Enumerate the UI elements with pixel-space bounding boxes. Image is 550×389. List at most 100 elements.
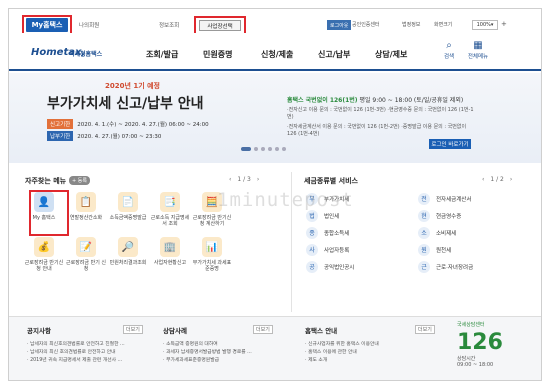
watermark-text: 1minutepost [217,189,354,211]
chevron-left-icon[interactable]: ‹ [229,176,231,183]
banner-dot[interactable] [254,147,258,151]
all-menu-button[interactable]: ▦ 전체메뉴 [465,40,491,60]
my-info-link[interactable]: 나의회원 [79,21,99,29]
search-button[interactable]: ⌕ 검색 [436,40,462,60]
favorite-item-label: 소득금액증명발급 [109,215,147,221]
plus-icon[interactable]: + [501,20,507,28]
logout-button[interactable]: 로그아웃 [327,20,352,30]
zoom-value: 100% [476,22,491,28]
favorite-item[interactable]: 📑 근로소득 지급명세서 조회 [149,192,191,227]
chevron-right-icon[interactable]: › [257,176,259,183]
promo-number: 126 [457,330,503,355]
top-utility-bar: My홈택스 나의회원 정보조회 사업장선택 로그아웃 공인인증센터 법정정보 화… [9,9,541,35]
consult-item[interactable]: 소득금액 증명원의 대하여 [163,341,293,349]
basic-info-link[interactable]: 법정정보 [402,21,420,28]
chevron-left-icon[interactable]: ‹ [482,176,484,183]
favorite-item-label: 근로장려금 반기신청 계산하기 [192,215,232,227]
consult-title: 상담사례 [163,327,187,335]
certificate-icon: 📄 [118,192,138,212]
banner-dot[interactable] [261,147,265,151]
favorite-item[interactable]: 🏢 사업자현황신고 [149,237,191,272]
tax-service-item[interactable]: 현 현금영수증 [418,209,530,222]
invoice-icon: 전 [418,192,430,205]
favorite-item-label: 연말정산간소화 [69,215,103,221]
tax-services-title: 세금종류별 서비스 [304,177,358,185]
notice-item[interactable]: 납세자의 최신 호의견법률로 안전하고 안내 [27,349,157,357]
screen-size-label: 화면크기 [434,22,453,28]
zoom-select[interactable]: 100% ▾ [472,20,498,30]
withholding-icon: 원 [418,243,430,256]
favorite-empty-slot [233,237,275,272]
consumption-tax-icon: 소 [418,226,430,239]
login-shortcut-button[interactable]: 로그인 바로가기 [429,139,471,149]
consult-item[interactable]: 과세자 납세증명서발급방법 발행 경로를 ... [163,349,293,357]
tax-service-item[interactable]: 전 전자세금계산서 [418,192,530,205]
report-period-tag: 신고기한 [47,119,74,129]
banner-title[interactable]: 부가가치세 신고/납부 안내 [47,93,204,113]
incentive-icon: 근 [418,260,430,273]
tax-service-label: 공익법인공시 [324,264,355,271]
building-icon: 🏢 [160,237,180,257]
promo-hours-label: 상담시간 [457,356,476,362]
favorite-item[interactable]: 📝 근로장려금 반기 신청 [65,237,107,272]
favorite-item[interactable]: 📊 부가가치세 과세표준증명 [191,237,233,272]
report-period-text: 2020. 4. 1.(수) ~ 2020. 4. 27.(월) 06:00 ~… [77,122,209,128]
favorite-item[interactable]: 📄 소득금액증명발급 [107,192,149,227]
hometax-guide-item[interactable]: 제도 소개 [305,357,445,365]
hometax-guide-item[interactable]: 홈택스 이용에 관한 안내 [305,349,445,357]
banner-dot[interactable] [282,147,286,151]
apply-icon: 📝 [76,237,96,257]
hometax-logo-sub: 국세청홈택스 [69,51,103,58]
nav-item-consult[interactable]: 상담/제보 [375,49,407,60]
promo-hours: 09:00 ~ 18:00 [457,362,494,368]
nav-item-civil[interactable]: 민원증명 [203,49,232,60]
favorite-item[interactable]: 📋 연말정산간소화 [65,192,107,227]
favorites-page: 1 / 3 [237,176,251,183]
call-center-info: 홈택스 국번없이 126(1번) 평일 9:00 ~ 18:00 (토/일/공휴… [287,95,477,138]
promo-top-text: 국세상담센터 [457,322,485,328]
report-icon: 📊 [202,237,222,257]
tax-service-item[interactable]: 소 소비제세 [418,226,530,239]
nav-item-report[interactable]: 신고/납부 [318,49,350,60]
consult-more-button[interactable]: 더보기 [253,325,273,334]
call-center-line-1: ·전자신고 이용 문의 : 국번없이 126 (1번-3번) ·현금영수증 문의… [287,107,474,120]
tax-service-item[interactable]: 종 종합소득세 [306,226,418,239]
favorite-item-label: 근로장려금 반기 신청 [66,260,106,272]
favorites-add-button[interactable]: + 등록 [69,176,90,185]
consult-item[interactable]: 부가세과세표준증명원발급 [163,357,293,365]
tax-service-item[interactable]: 원 원천세 [418,243,530,256]
vat-banner: 2020년 1기 예정 부가가치세 신고/납부 안내 신고기한 2020. 4.… [9,73,541,163]
list-icon: 📑 [160,192,180,212]
search-doc-icon: 🔎 [118,237,138,257]
public-corp-icon: 공 [306,260,318,273]
banner-row-report: 신고기한 2020. 4. 1.(수) ~ 2020. 4. 27.(월) 06… [47,119,209,129]
search-label: 검색 [443,54,455,60]
document-icon: 📋 [76,192,96,212]
notice-item[interactable]: 2019년 귀속 지급명세서 제출 관련 개선사 ... [27,357,157,365]
grid-icon: ▦ [473,40,483,51]
banner-dot[interactable] [268,147,272,151]
tax-service-item[interactable]: 근 근로·자녀장려금 [418,260,530,273]
chevron-right-icon[interactable]: › [510,176,512,183]
bottom-section: 공지사항 더보기 납세자의 최신호의견법률로 안전하고 친절한 ... 납세자의… [9,316,541,380]
nav-item-apply[interactable]: 신청/제출 [261,49,293,60]
favorite-item[interactable]: 💰 근로장려금 반기신청 안내 [23,237,65,272]
tax-service-item[interactable]: 사 사업자등록 [306,243,418,256]
hometax-guide-more-button[interactable]: 더보기 [415,325,435,334]
banner-pagination[interactable] [241,147,286,151]
info-link[interactable]: 정보조회 [159,21,179,29]
consult-box: 상담사례 더보기 소득금액 증명원의 대하여 과세자 납세증명서발급방법 발행 … [163,325,293,365]
favorite-item-label: 근로장려금 반기신청 안내 [24,260,64,272]
banner-dot[interactable] [275,147,279,151]
favorite-item[interactable]: 🔎 민원처리결과조회 [107,237,149,272]
tax-service-item[interactable]: 공 공익법인공시 [306,260,418,273]
call-center-head: 홈택스 국번없이 126(1번) [287,97,358,104]
notice-item[interactable]: 납세자의 최신호의견법률로 안전하고 친절한 ... [27,341,157,349]
nav-item-inquiry[interactable]: 조회/발급 [146,49,178,60]
notice-more-button[interactable]: 더보기 [123,325,143,334]
cert-center-link[interactable]: 공인인증센터 [352,21,380,28]
hometax-guide-item[interactable]: 신규사업자를 위한 홈택스 이용안내 [305,341,445,349]
call-center-promo[interactable]: 국세상담센터 126 상담시간 09:00 ~ 18:00 [457,321,537,379]
banner-dot[interactable] [241,147,251,151]
receipt-icon: 현 [418,209,430,222]
